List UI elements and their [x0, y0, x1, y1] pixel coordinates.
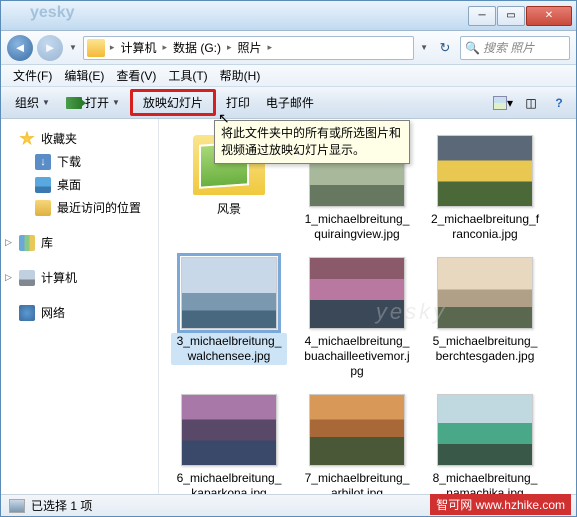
chevron-right-icon[interactable]: ▷	[5, 237, 12, 248]
open-icon	[66, 97, 82, 109]
breadcrumb-seg-drive[interactable]: 数据 (G:)	[169, 39, 225, 56]
close-button[interactable]: ✕	[526, 6, 572, 26]
search-input[interactable]: 🔍 搜索 照片	[460, 36, 570, 60]
cursor-icon: ↖	[218, 110, 230, 127]
image-thumbnail	[309, 394, 405, 466]
organize-button[interactable]: 组织▼	[7, 90, 58, 115]
sidebar-network[interactable]: 网络	[1, 301, 158, 324]
file-label: 5_michaelbreitung_berchtesgaden.jpg	[427, 333, 543, 365]
menu-tools[interactable]: 工具(T)	[162, 65, 213, 86]
file-item[interactable]: 7_michaelbreitung_arbilot.jpg	[295, 390, 419, 494]
path-dropdown-icon[interactable]: ▼	[418, 43, 430, 52]
explorer-window: yesky ─ ▭ ✕ ◄ ► ▼ ▸ 计算机 ▸ 数据 (G:) ▸ 照片 ▸…	[0, 0, 577, 517]
titlebar: yesky ─ ▭ ✕	[1, 1, 576, 31]
refresh-button[interactable]: ↻	[434, 37, 456, 59]
image-thumbnail	[181, 257, 277, 329]
menu-file[interactable]: 文件(F)	[7, 65, 58, 86]
preview-pane-button[interactable]: ◫	[520, 92, 542, 114]
navigation-pane: 收藏夹 下载 桌面 最近访问的位置 ▷	[1, 119, 159, 494]
breadcrumb[interactable]: ▸ 计算机 ▸ 数据 (G:) ▸ 照片 ▸	[83, 36, 414, 60]
computer-icon	[19, 270, 35, 286]
network-icon	[19, 305, 35, 321]
open-button[interactable]: 打开▼	[58, 90, 128, 115]
desktop-icon	[35, 177, 51, 193]
file-label: 3_michaelbreitung_walchensee.jpg	[171, 333, 287, 365]
file-list[interactable]: yesky 风景1_michaelbreitung_quiraingview.j…	[159, 119, 576, 494]
file-label: 4_michaelbreitung_buachailleetivemor.jpg	[299, 333, 415, 380]
tooltip: 将此文件夹中的所有或所选图片和视频通过放映幻灯片显示。	[214, 120, 410, 164]
recent-icon	[35, 200, 51, 216]
sidebar-libraries[interactable]: ▷ 库	[1, 231, 158, 254]
file-label: 2_michaelbreitung_franconia.jpg	[427, 211, 543, 243]
sidebar-item-recent[interactable]: 最近访问的位置	[1, 196, 158, 219]
chevron-right-icon[interactable]: ▸	[225, 42, 234, 53]
image-thumbnail	[437, 257, 533, 329]
image-thumbnail	[181, 394, 277, 466]
search-placeholder: 搜索 照片	[483, 39, 534, 56]
forward-button[interactable]: ►	[37, 35, 63, 61]
chevron-right-icon[interactable]: ▸	[160, 42, 169, 53]
toolbar: 组织▼ 打开▼ 放映幻灯片 打印 电子邮件 ▾ ◫ ?	[1, 87, 576, 119]
file-label: 1_michaelbreitung_quiraingview.jpg	[299, 211, 415, 243]
menubar: 文件(F) 编辑(E) 查看(V) 工具(T) 帮助(H)	[1, 65, 576, 87]
sidebar-item-downloads[interactable]: 下载	[1, 150, 158, 173]
download-icon	[35, 154, 51, 170]
folder-icon	[87, 39, 105, 57]
file-item[interactable]: 8_michaelbreitung_namachika.jpg	[423, 390, 547, 494]
file-label: 风景	[214, 201, 244, 218]
file-label: 8_michaelbreitung_namachika.jpg	[427, 470, 543, 494]
chevron-down-icon: ▼	[42, 98, 50, 107]
status-text: 已选择 1 项	[31, 497, 92, 514]
file-item[interactable]: 2_michaelbreitung_franconia.jpg	[423, 131, 547, 247]
email-button[interactable]: 电子邮件	[258, 90, 322, 115]
file-label: 7_michaelbreitung_arbilot.jpg	[299, 470, 415, 494]
breadcrumb-seg-computer[interactable]: 计算机	[116, 39, 160, 56]
minimize-button[interactable]: ─	[468, 6, 496, 26]
back-button[interactable]: ◄	[7, 35, 33, 61]
history-dropdown-icon[interactable]: ▼	[67, 43, 79, 52]
navigation-bar: ◄ ► ▼ ▸ 计算机 ▸ 数据 (G:) ▸ 照片 ▸ ▼ ↻ 🔍 搜索 照片	[1, 31, 576, 65]
file-item[interactable]: 5_michaelbreitung_berchtesgaden.jpg	[423, 253, 547, 384]
brand-watermark: 智可网 www.hzhike.com	[430, 494, 571, 515]
breadcrumb-seg-photos[interactable]: 照片	[234, 39, 266, 56]
logo-watermark: yesky	[30, 4, 75, 22]
file-item[interactable]: 6_michaelbreitung_kaparkona.jpg	[167, 390, 291, 494]
content-area: 收藏夹 下载 桌面 最近访问的位置 ▷	[1, 119, 576, 494]
file-label: 6_michaelbreitung_kaparkona.jpg	[171, 470, 287, 494]
image-thumbnail	[309, 257, 405, 329]
chevron-down-icon: ▼	[112, 98, 120, 107]
chevron-down-icon: ▾	[507, 96, 513, 110]
search-icon: 🔍	[465, 41, 480, 55]
sidebar-favorites[interactable]: 收藏夹	[1, 127, 158, 150]
library-icon	[19, 235, 35, 251]
status-thumbnail-icon	[9, 499, 25, 513]
menu-help[interactable]: 帮助(H)	[214, 65, 267, 86]
chevron-right-icon[interactable]: ▷	[5, 272, 12, 283]
file-item[interactable]: 3_michaelbreitung_walchensee.jpg	[167, 253, 291, 384]
star-icon	[19, 131, 35, 147]
maximize-button[interactable]: ▭	[497, 6, 525, 26]
sidebar-item-desktop[interactable]: 桌面	[1, 173, 158, 196]
help-button[interactable]: ?	[548, 92, 570, 114]
view-icon	[493, 96, 507, 110]
menu-edit[interactable]: 编辑(E)	[58, 65, 110, 86]
menu-view[interactable]: 查看(V)	[110, 65, 162, 86]
image-thumbnail	[437, 394, 533, 466]
chevron-right-icon[interactable]: ▸	[108, 42, 117, 53]
file-item[interactable]: 4_michaelbreitung_buachailleetivemor.jpg	[295, 253, 419, 384]
slideshow-button[interactable]: 放映幻灯片	[130, 89, 216, 116]
chevron-right-icon[interactable]: ▸	[266, 42, 275, 53]
view-mode-button[interactable]: ▾	[492, 92, 514, 114]
image-thumbnail	[437, 135, 533, 207]
sidebar-computer[interactable]: ▷ 计算机	[1, 266, 158, 289]
